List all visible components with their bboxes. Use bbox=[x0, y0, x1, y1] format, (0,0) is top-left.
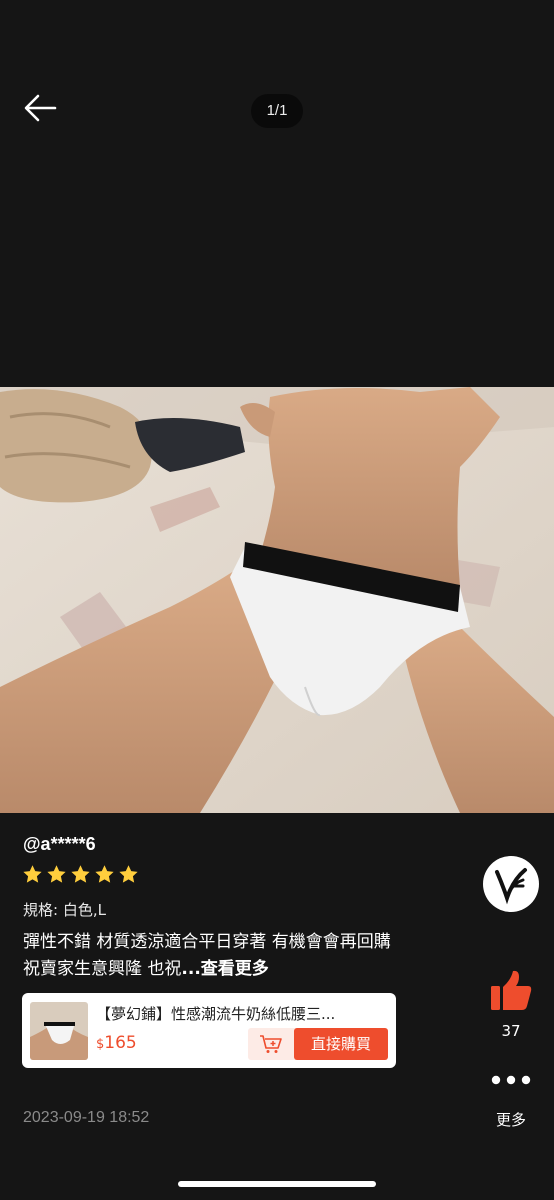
rating-stars bbox=[22, 864, 139, 885]
star-icon bbox=[119, 865, 138, 883]
star-icon bbox=[71, 865, 90, 883]
reviewer-username: @a*****6 bbox=[23, 834, 96, 854]
product-spec: 規格: 白色,L bbox=[23, 901, 106, 919]
add-to-cart-icon bbox=[260, 1035, 282, 1053]
review-photo[interactable] bbox=[0, 387, 554, 813]
price-value: 165 bbox=[104, 1033, 137, 1053]
star-icon bbox=[95, 865, 114, 883]
product-title: 【夢幻鋪】性感潮流牛奶絲低腰三... bbox=[96, 1005, 336, 1023]
product-card[interactable]: 【夢幻鋪】性感潮流牛奶絲低腰三... $165 直接購買 bbox=[22, 993, 396, 1068]
like-count: 37 bbox=[501, 1022, 521, 1040]
star-icon bbox=[47, 865, 66, 883]
product-price: $165 bbox=[96, 1033, 137, 1053]
back-arrow-icon bbox=[24, 94, 57, 122]
image-counter: 1/1 bbox=[251, 94, 303, 128]
thumbs-up-icon bbox=[491, 970, 532, 1010]
review-text: 彈性不錯 材質透涼適合平日穿著 有機會會再回購 祝賣家生意興隆 也祝...查看更… bbox=[23, 929, 413, 983]
more-dots-icon bbox=[491, 1075, 531, 1085]
product-thumbnail bbox=[30, 1002, 88, 1060]
shop-logo-icon bbox=[495, 868, 527, 905]
review-date: 2023-09-19 18:52 bbox=[23, 1109, 150, 1126]
back-button[interactable] bbox=[22, 90, 58, 126]
star-icon bbox=[23, 865, 42, 883]
like-button[interactable] bbox=[489, 968, 533, 1012]
shop-logo[interactable] bbox=[483, 856, 539, 912]
home-indicator[interactable] bbox=[178, 1181, 376, 1187]
buy-now-button[interactable]: 直接購買 bbox=[294, 1028, 388, 1060]
see-more-link[interactable]: ...查看更多 bbox=[181, 959, 268, 979]
more-options-label[interactable]: 更多 bbox=[485, 1109, 537, 1130]
more-options-button[interactable] bbox=[489, 1070, 533, 1090]
